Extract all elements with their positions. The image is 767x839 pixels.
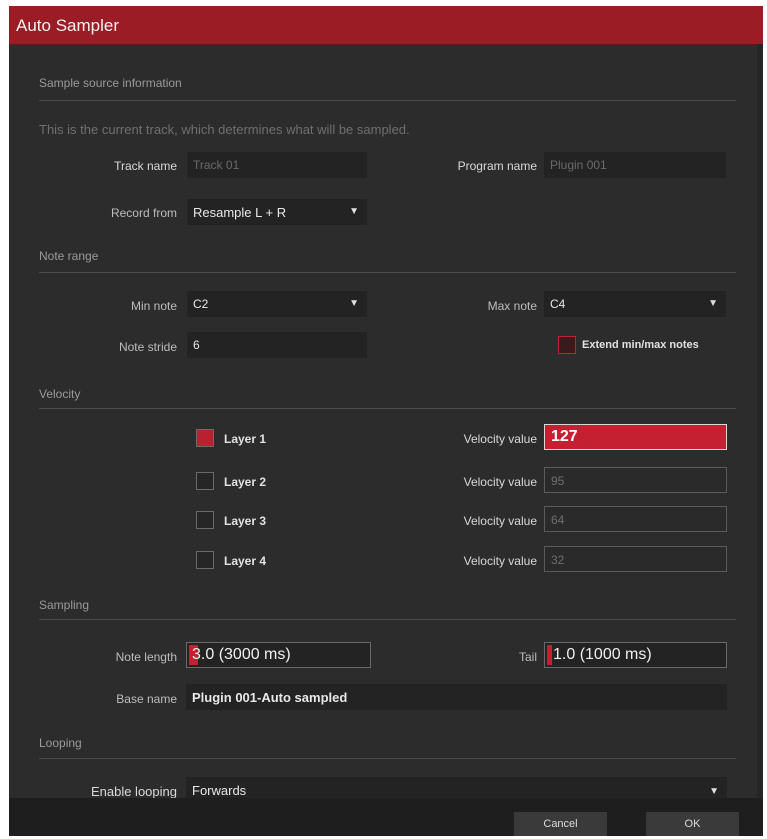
layer-2-checkbox[interactable] [196, 472, 214, 490]
divider [39, 408, 736, 409]
chevron-down-icon: ▼ [708, 298, 718, 309]
tail-label: Tail [518, 650, 537, 664]
note-length-label: Note length [115, 650, 177, 664]
layer-3-velocity-value: 64 [551, 513, 565, 527]
section-heading-looping: Looping [39, 736, 82, 750]
section-heading-velocity: Velocity [39, 387, 81, 401]
layer-1-label: Layer 1 [224, 432, 267, 446]
tail-field[interactable]: 1.0 (1000 ms) [544, 642, 727, 668]
source-info-text: This is the current track, which determi… [39, 122, 410, 137]
layer-4-label: Layer 4 [224, 554, 267, 568]
record-from-dropdown[interactable]: Resample L + R ▼ [187, 199, 367, 225]
chevron-down-icon: ▼ [349, 206, 359, 217]
divider [39, 272, 736, 273]
chevron-down-icon: ▼ [709, 786, 719, 797]
section-heading-source: Sample source information [39, 76, 182, 90]
extend-notes-label: Extend min/max notes [582, 339, 699, 351]
divider [39, 758, 736, 759]
track-name-field[interactable]: Track 01 [187, 152, 367, 178]
enable-looping-value: Forwards [192, 783, 247, 798]
layer-1-velocity-field[interactable]: 127 [544, 424, 727, 450]
layer-3-checkbox[interactable] [196, 511, 214, 529]
divider [39, 619, 736, 620]
title-bar[interactable]: Auto Sampler [9, 6, 763, 45]
enable-looping-dropdown[interactable]: Forwards ▼ [186, 777, 727, 799]
velocity-value-label: Velocity value [463, 432, 537, 446]
ok-button[interactable]: OK [646, 812, 739, 836]
chevron-down-icon: ▼ [349, 298, 359, 309]
program-name-value: Plugin 001 [550, 158, 607, 172]
window-title: Auto Sampler [16, 16, 119, 35]
min-note-value: C2 [193, 297, 209, 311]
extend-notes-checkbox[interactable] [558, 336, 576, 354]
cancel-button[interactable]: Cancel [514, 812, 607, 836]
scrollbar[interactable] [757, 44, 763, 798]
text-cursor-highlight [547, 645, 552, 665]
track-name-label: Track name [114, 159, 177, 173]
base-name-field[interactable]: Plugin 001-Auto sampled [186, 684, 727, 710]
layer-4-velocity-value: 32 [551, 553, 565, 567]
tail-value: 1.0 (1000 ms) [553, 646, 652, 663]
divider [39, 100, 736, 101]
layer-1-velocity-value: 127 [551, 428, 578, 445]
program-name-field[interactable]: Plugin 001 [544, 152, 726, 178]
note-length-field[interactable]: 3.0 (3000 ms) [186, 642, 371, 668]
note-stride-label: Note stride [118, 340, 177, 354]
min-note-label: Min note [130, 299, 177, 313]
max-note-dropdown[interactable]: C4 ▼ [544, 291, 726, 317]
layer-3-velocity-field[interactable]: 64 [544, 506, 727, 532]
record-from-label: Record from [110, 206, 177, 220]
layer-4-checkbox[interactable] [196, 551, 214, 569]
layer-2-velocity-field[interactable]: 95 [544, 467, 727, 493]
layer-3-label: Layer 3 [224, 514, 267, 528]
track-name-value: Track 01 [193, 158, 240, 172]
velocity-value-label: Velocity value [463, 514, 537, 528]
auto-sampler-dialog: Auto Sampler Sample source information T… [9, 6, 763, 836]
base-name-label: Base name [116, 692, 177, 706]
max-note-label: Max note [487, 299, 537, 313]
section-heading-sampling: Sampling [39, 598, 90, 612]
layer-4-velocity-field[interactable]: 32 [544, 546, 727, 572]
record-from-value: Resample L + R [193, 205, 287, 220]
min-note-dropdown[interactable]: C2 ▼ [187, 291, 367, 317]
max-note-value: C4 [550, 297, 566, 311]
note-length-value: 3.0 (3000 ms) [192, 646, 291, 663]
enable-looping-label: Enable looping [90, 784, 177, 799]
velocity-value-label: Velocity value [463, 475, 537, 489]
section-heading-note-range: Note range [39, 249, 99, 263]
velocity-value-label: Velocity value [463, 554, 537, 568]
program-name-label: Program name [457, 159, 537, 173]
layer-2-velocity-value: 95 [551, 474, 565, 488]
layer-1-checkbox[interactable] [196, 429, 214, 447]
layer-2-label: Layer 2 [224, 475, 267, 489]
base-name-value: Plugin 001-Auto sampled [192, 690, 348, 705]
note-stride-field[interactable]: 6 [187, 332, 367, 358]
note-stride-value: 6 [193, 338, 200, 352]
